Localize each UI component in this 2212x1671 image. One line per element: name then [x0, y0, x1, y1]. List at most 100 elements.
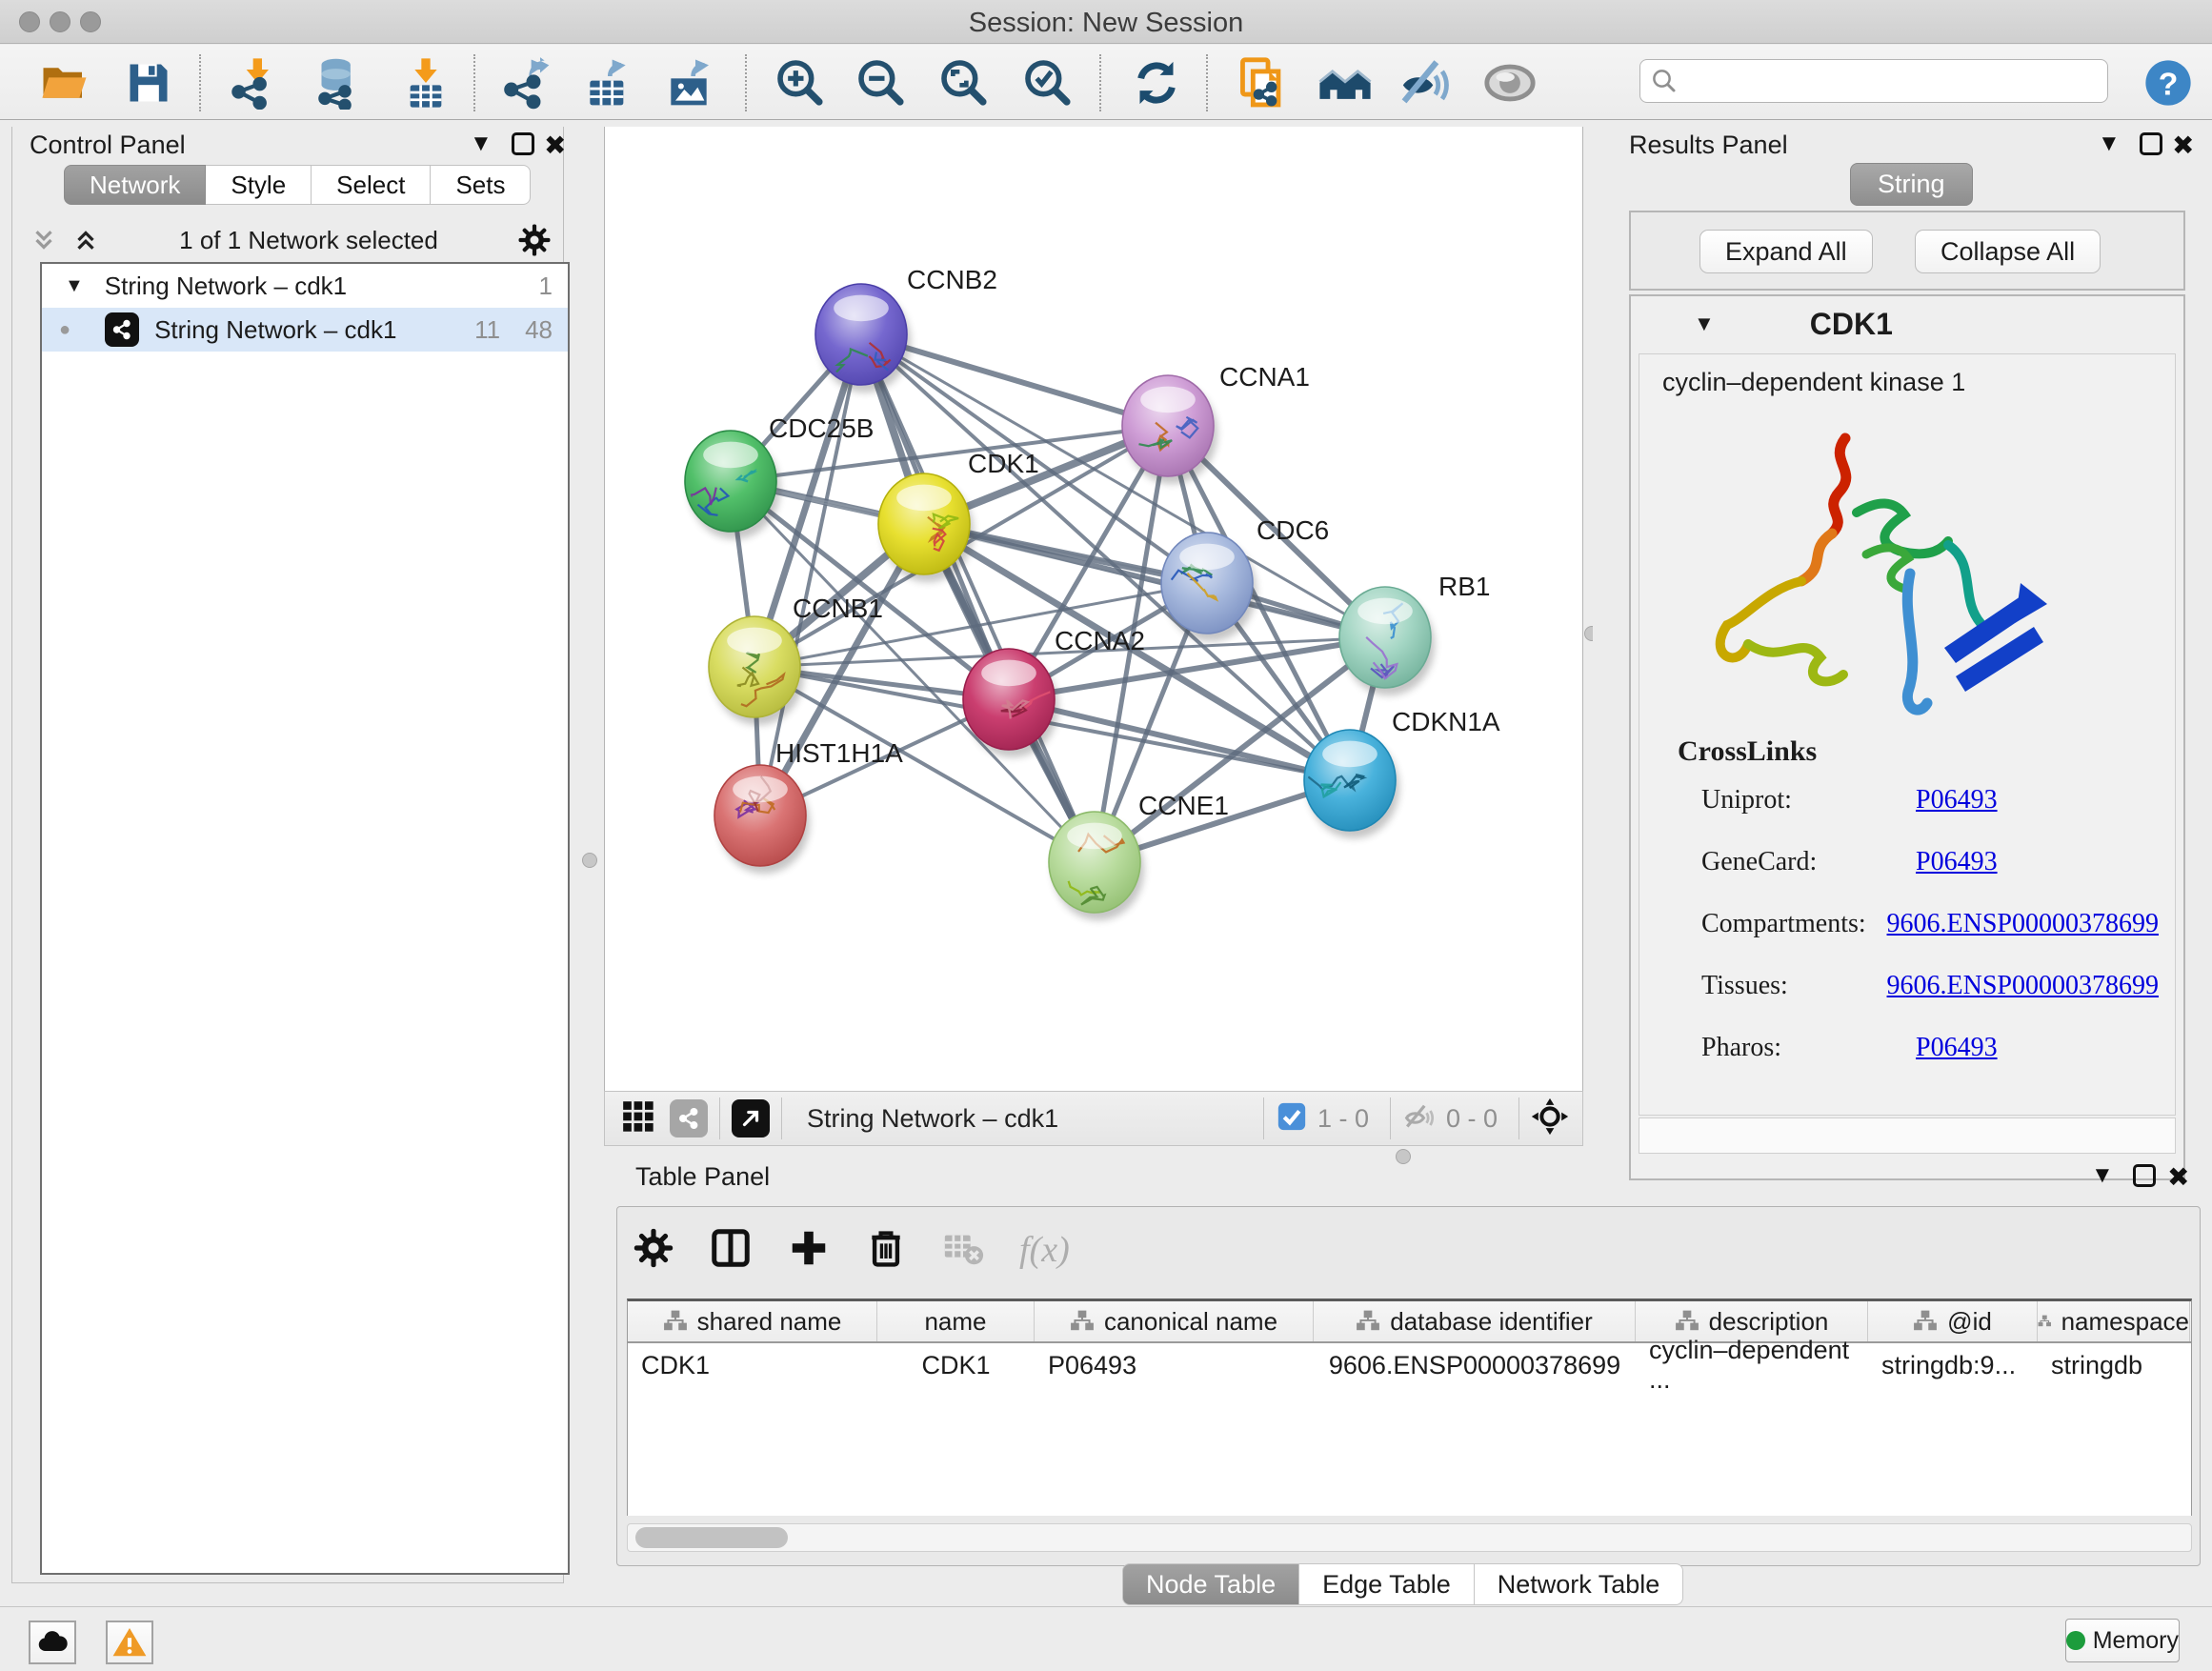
hierarchy-icon [1356, 1309, 1380, 1334]
network-canvas[interactable]: CCNB2CCNA1CDC25BCDK1CDC6RB1CCNB1CCNA2CDK… [604, 127, 1583, 1091]
node-label-CCNB2: CCNB2 [907, 265, 997, 294]
open-in-window-button[interactable] [732, 1099, 770, 1137]
string-home-button[interactable] [1311, 56, 1379, 110]
crosslink-value-link[interactable]: P06493 [1916, 847, 1998, 885]
control-panel-close-icon[interactable]: ✖ [544, 132, 566, 159]
crosslink-label: Pharos: [1701, 1033, 1916, 1071]
string-panel-toggle-button[interactable] [670, 1099, 708, 1137]
table-cell[interactable]: cyclin–dependent ... [1636, 1343, 1868, 1387]
zoom-fit-button[interactable] [930, 56, 998, 110]
table-horizontal-scrollbar[interactable] [627, 1523, 2192, 1552]
highlight-eye-button[interactable] [1476, 56, 1544, 110]
crosslink-value-link[interactable]: 9606.ENSP00000378699 [1887, 971, 2159, 1009]
show-columns-button[interactable] [709, 1226, 753, 1275]
export-network-button[interactable] [493, 56, 561, 110]
export-table-button[interactable] [573, 56, 642, 110]
table-panel-collapse-icon[interactable]: ▼ [2091, 1164, 2114, 1187]
zoom-in-button[interactable] [766, 56, 835, 110]
import-network-icon [229, 56, 282, 110]
results-panel-close-icon[interactable]: ✖ [2172, 132, 2194, 159]
tab-edge-table[interactable]: Edge Table [1299, 1563, 1475, 1605]
zoom-selected-button[interactable] [1014, 56, 1082, 110]
clone-network-button[interactable] [1228, 56, 1297, 110]
control-panel-collapse-icon[interactable]: ▼ [470, 132, 493, 155]
network-graph[interactable]: CCNB2CCNA1CDC25BCDK1CDC6RB1CCNB1CCNA2CDK… [605, 127, 1582, 1089]
help-button[interactable]: ? [2134, 56, 2202, 110]
zoom-out-button[interactable] [847, 56, 915, 110]
table-panel-header: Table Panel ▼ ✖ [616, 1160, 2212, 1202]
birdseye-toggle-button[interactable] [620, 1098, 656, 1139]
selected-checkbox-icon[interactable] [1276, 1100, 1308, 1137]
table-cell[interactable]: stringdb:9... [1868, 1343, 2038, 1387]
tab-network[interactable]: Network [64, 165, 206, 205]
export-image-button[interactable] [654, 56, 723, 110]
refresh-view-button[interactable] [1122, 56, 1191, 110]
table-panel-close-icon[interactable]: ✖ [2167, 1164, 2189, 1191]
collapse-all-button[interactable]: Collapse All [1915, 230, 2101, 273]
table-cell[interactable]: CDK1 [877, 1343, 1035, 1387]
add-column-button[interactable] [787, 1226, 831, 1275]
column-header-canonical-name[interactable]: canonical name [1035, 1301, 1314, 1341]
node-label-CDC6: CDC6 [1257, 515, 1329, 545]
column-header-label: namespace [2061, 1307, 2189, 1337]
function-builder-button[interactable]: f(x) [1019, 1229, 1070, 1271]
crosslink-value-link[interactable]: P06493 [1916, 1033, 1998, 1071]
column-header-name[interactable]: name [877, 1301, 1035, 1341]
open-session-button[interactable] [30, 56, 99, 110]
tab-network-table[interactable]: Network Table [1475, 1563, 1684, 1605]
table-settings-button[interactable] [633, 1227, 674, 1274]
network-row-selected[interactable]: ● String Network – cdk1 11 48 [42, 308, 568, 352]
table-panel-float-icon[interactable] [2133, 1164, 2156, 1187]
pan-tool-button[interactable] [1531, 1097, 1569, 1140]
tab-select[interactable]: Select [312, 165, 431, 205]
table-row[interactable]: CDK1CDK1P064939606.ENSP00000378699cyclin… [628, 1343, 2191, 1387]
network-collection-label: String Network – cdk1 [105, 272, 347, 301]
expand-all-button[interactable]: Expand All [1699, 230, 1873, 273]
delete-column-button[interactable] [865, 1227, 907, 1274]
chevron-double-up-icon[interactable] [71, 226, 100, 254]
table-cell[interactable]: P06493 [1035, 1343, 1314, 1387]
chevron-double-down-icon[interactable] [30, 226, 58, 254]
gear-icon[interactable] [517, 223, 552, 257]
protein-description: cyclin–dependent kinase 1 [1662, 368, 1965, 397]
node-table: shared name namecanonical namedatabase id… [627, 1299, 2192, 1516]
table-cell[interactable]: 9606.ENSP00000378699 [1314, 1343, 1636, 1387]
column-header-namespace[interactable]: namespace [2038, 1301, 2190, 1341]
protein-header-row[interactable]: ▼ CDK1 [1631, 296, 2183, 352]
crosslink-value-link[interactable]: P06493 [1916, 785, 1998, 823]
search-input[interactable] [1679, 67, 2088, 96]
tab-style[interactable]: Style [206, 165, 312, 205]
network-collection-row[interactable]: ▼ String Network – cdk1 1 [42, 264, 568, 308]
node-label-CCNE1: CCNE1 [1138, 791, 1229, 820]
save-floppy-icon [124, 58, 173, 108]
column-header-shared-name[interactable]: shared name [628, 1301, 877, 1341]
column-header-database-identifier[interactable]: database identifier [1314, 1301, 1636, 1341]
save-session-button[interactable] [114, 56, 183, 110]
show-graphics-details-button[interactable] [1392, 56, 1460, 110]
left-splitter-handle[interactable] [582, 853, 597, 868]
table-cell[interactable]: stringdb [2038, 1343, 2190, 1387]
column-header-label: shared name [697, 1307, 842, 1337]
tab-string[interactable]: String [1850, 163, 1973, 206]
network-edge-count: 48 [525, 315, 553, 345]
scrollbar-thumb[interactable] [635, 1527, 788, 1548]
column-header--id[interactable]: @id [1868, 1301, 2038, 1341]
delete-table-button[interactable] [941, 1226, 985, 1275]
control-panel-float-icon[interactable] [512, 132, 534, 155]
tab-sets[interactable]: Sets [431, 165, 531, 205]
hidden-eye-icon[interactable] [1402, 1099, 1437, 1138]
import-table-file-button[interactable] [392, 56, 460, 110]
results-panel-collapse-icon[interactable]: ▼ [2098, 132, 2121, 155]
hierarchy-icon [663, 1309, 688, 1334]
warnings-button[interactable] [106, 1621, 153, 1664]
cloud-button[interactable] [29, 1621, 76, 1664]
results-panel-float-icon[interactable] [2140, 132, 2162, 155]
tab-node-table[interactable]: Node Table [1122, 1563, 1299, 1605]
table-cell[interactable]: CDK1 [628, 1343, 877, 1387]
tree-expand-icon[interactable]: ▼ [65, 275, 84, 297]
import-network-database-button[interactable] [304, 56, 372, 110]
memory-button[interactable]: Memory [2065, 1619, 2180, 1662]
crosslink-value-link[interactable]: 9606.ENSP00000378699 [1887, 909, 2159, 947]
import-network-file-button[interactable] [221, 56, 290, 110]
protein-collapse-icon[interactable]: ▼ [1694, 312, 1715, 336]
